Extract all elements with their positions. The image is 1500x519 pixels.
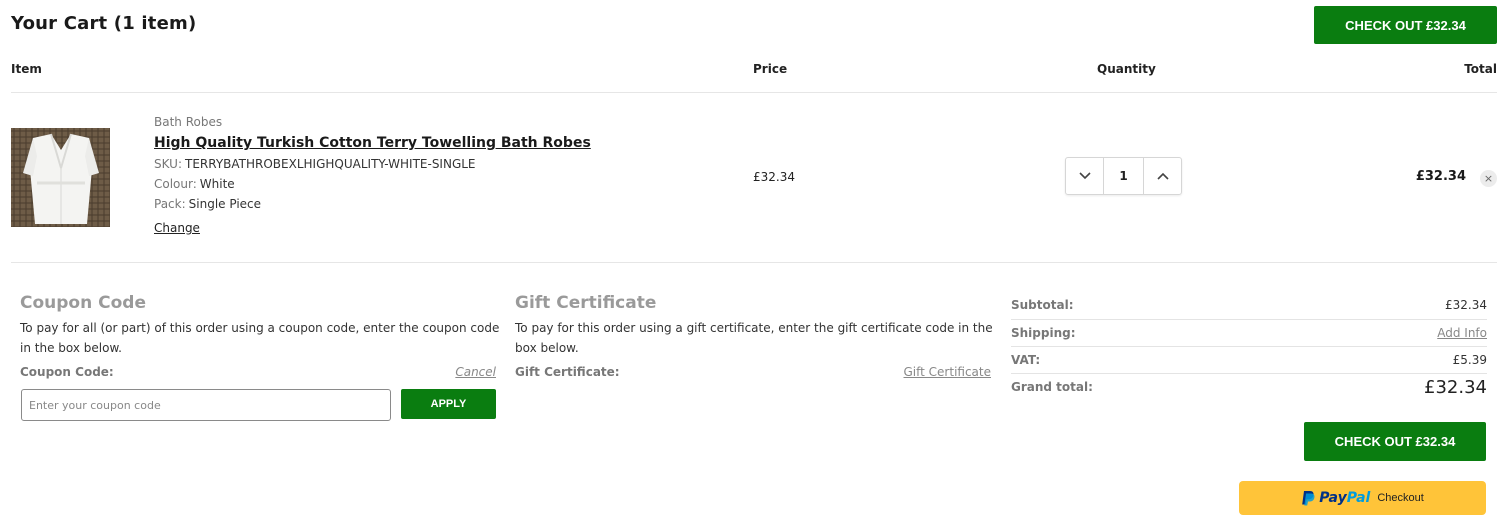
option-label: Colour:	[154, 177, 197, 191]
grand-total-label: Grand total:	[1011, 380, 1093, 394]
gift-section-title: Gift Certificate	[515, 293, 657, 313]
item-divider	[11, 262, 1497, 263]
checkout-button-top[interactable]: CHECK OUT £32.34	[1314, 6, 1497, 44]
gift-description: To pay for this order using a gift certi…	[515, 321, 993, 355]
product-info: Bath Robes High Quality Turkish Cotton T…	[154, 115, 591, 236]
column-header-item: Item	[11, 62, 42, 76]
cart-title: Your Cart (1 item)	[11, 13, 197, 34]
quantity-decrease-button[interactable]	[1066, 158, 1103, 194]
close-icon: ×	[1483, 172, 1494, 185]
summary-divider	[1011, 373, 1487, 374]
quantity-value[interactable]: 1	[1103, 158, 1144, 194]
checkout-button-bottom[interactable]: CHECK OUT £32.34	[1304, 422, 1486, 461]
item-price: £32.34	[753, 170, 795, 184]
summary-divider	[1011, 319, 1487, 320]
paypal-checkout-label: Checkout	[1377, 492, 1424, 504]
chevron-down-icon	[1078, 172, 1091, 180]
chevron-up-icon	[1156, 172, 1169, 180]
option-label: SKU:	[154, 157, 182, 171]
bathrobe-photo-icon	[11, 128, 110, 227]
apply-coupon-button[interactable]: APPLY	[401, 389, 496, 419]
product-name-link[interactable]: High Quality Turkish Cotton Terry Towell…	[154, 135, 591, 151]
grand-total-value: £32.34	[1424, 377, 1487, 398]
remove-item-button[interactable]: ×	[1480, 170, 1497, 187]
paypal-logo-icon	[1302, 491, 1315, 506]
product-image[interactable]	[11, 128, 110, 227]
vat-label: VAT:	[1011, 353, 1041, 367]
column-header-quantity: Quantity	[1097, 62, 1156, 76]
shipping-label: Shipping:	[1011, 326, 1076, 340]
coupon-cancel-link[interactable]: Cancel	[455, 365, 496, 379]
change-options-link[interactable]: Change	[154, 221, 200, 235]
option-label: Pack:	[154, 197, 186, 211]
product-brand: Bath Robes	[154, 115, 223, 129]
quantity-stepper: 1	[1065, 157, 1182, 195]
subtotal-label: Subtotal:	[1011, 298, 1074, 312]
paypal-wordmark: Pay Pal	[1319, 490, 1370, 506]
header-divider	[11, 92, 1497, 93]
option-value: TERRYBATHROBEXLHIGHQUALITY-WHITE-SINGLE	[185, 157, 476, 171]
paypal-pay-text: Pay	[1319, 490, 1347, 506]
item-total: £32.34	[1415, 169, 1466, 184]
coupon-section-title: Coupon Code	[20, 293, 146, 313]
subtotal-value: £32.34	[1445, 298, 1487, 312]
quantity-increase-button[interactable]	[1144, 158, 1181, 194]
shipping-add-info-link[interactable]: Add Info	[1437, 326, 1487, 340]
vat-value: £5.39	[1452, 353, 1487, 367]
coupon-field-label: Coupon Code:	[20, 365, 114, 379]
paypal-checkout-button[interactable]: Pay Pal Checkout	[1239, 481, 1486, 515]
gift-field-label: Gift Certificate:	[515, 365, 620, 379]
option-value: White	[199, 177, 235, 191]
column-header-total: Total	[1464, 62, 1497, 76]
column-header-price: Price	[753, 62, 788, 76]
summary-divider	[1011, 346, 1487, 347]
paypal-pal-text: Pal	[1346, 490, 1371, 506]
product-option-colour: Colour: White	[154, 177, 591, 191]
coupon-description: To pay for all (or part) of this order u…	[20, 321, 500, 355]
product-option-sku: SKU: TERRYBATHROBEXLHIGHQUALITY-WHITE-SIN…	[154, 157, 591, 171]
gift-certificate-link[interactable]: Gift Certificate	[904, 365, 992, 379]
coupon-input[interactable]	[21, 389, 391, 421]
product-option-pack: Pack: Single Piece	[154, 197, 591, 211]
option-value: Single Piece	[188, 197, 262, 211]
